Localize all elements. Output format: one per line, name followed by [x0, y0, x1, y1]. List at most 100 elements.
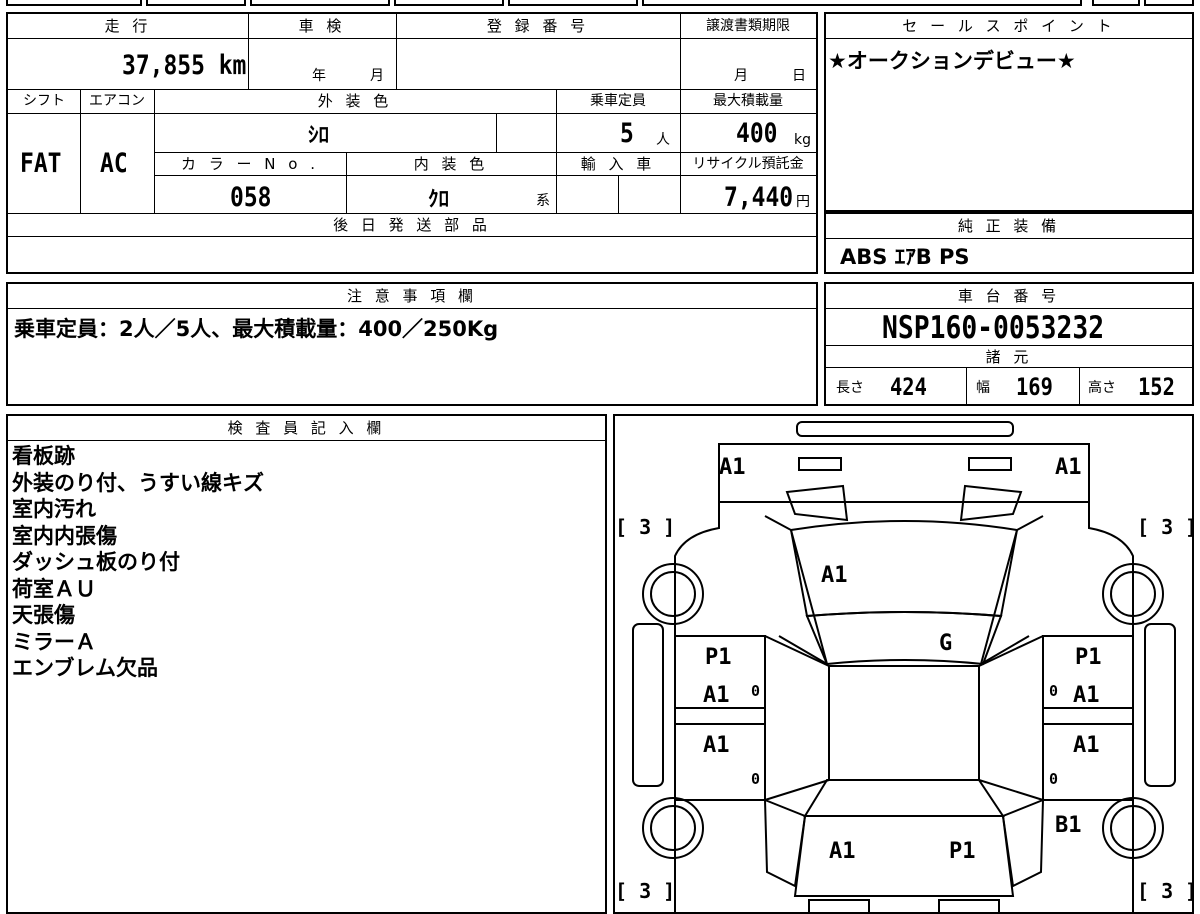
top-strip-mid1 [146, 0, 246, 6]
mark-door-rr-small: 0 [1049, 682, 1058, 700]
rear-gate-outline [718, 443, 1090, 503]
row-line [826, 308, 1192, 309]
mark-rear-right: A1 [1055, 455, 1082, 480]
mark-door-rl-small: 0 [751, 682, 760, 700]
inspector-item: 室内汚れ [12, 497, 96, 521]
mileage-value: 37,855 km [122, 50, 247, 81]
hood-right-fender [1001, 798, 1045, 888]
wheel-rear-left-inner [650, 571, 696, 617]
rear-light-right [968, 457, 1012, 471]
notes-value: 乗車定員：2人／5人、最大積載量：400／250Kg [14, 317, 499, 341]
height-label: 高さ [1088, 380, 1116, 396]
capacity-label: 乗車定員 [590, 93, 646, 109]
col-line [496, 113, 497, 152]
mark-fender-fr: B1 [1055, 813, 1082, 838]
top-strip-right1 [1092, 0, 1140, 6]
ac-label: エアコン [89, 93, 145, 109]
col-line [966, 367, 967, 404]
sales-point-box: セ ー ル ス ポ イ ン ト ★オークションデビュー★ [824, 12, 1194, 212]
chassis-label: 車 台 番 号 [957, 287, 1061, 305]
sales-point-label: セ ー ル ス ポ イ ン ト [902, 17, 1116, 35]
chassis-box: 車 台 番 号 NSP160-0053232 諸 元 長さ 424 幅 169 … [824, 282, 1194, 406]
mirror-right [1144, 623, 1176, 787]
inspector-item: 室内内張傷 [12, 523, 117, 548]
mark-hood-right: P1 [949, 839, 976, 864]
row-line [826, 38, 1192, 39]
front-glass [803, 779, 1005, 817]
capacity-unit: 人 [656, 132, 670, 148]
length-label: 長さ [836, 380, 864, 396]
front-bumper-left [808, 899, 870, 912]
row-line [8, 89, 816, 90]
mark-door-fl-small: 0 [751, 770, 760, 788]
col-line [1079, 367, 1080, 404]
top-strip-mid2 [250, 0, 390, 6]
mark-door-fr-small: 0 [1049, 770, 1058, 788]
inspector-item: 看板跡 [12, 444, 75, 468]
later-parts-label: 後 日 発 送 部 品 [333, 216, 491, 234]
top-strip-left [6, 0, 142, 6]
roof-center [805, 611, 1003, 666]
inspector-label: 検 査 員 記 入 欄 [227, 419, 386, 437]
mirror-left [632, 623, 664, 787]
inspector-item: エンブレム欠品 [12, 656, 158, 680]
inspector-box: 検 査 員 記 入 欄 看板跡 外装のり付、うすい線キズ 室内汚れ 室内内張傷 … [6, 414, 607, 914]
notes-box: 注 意 事 項 欄 乗車定員：2人／5人、最大積載量：400／250Kg [6, 282, 818, 406]
mark-tire-rear-left: [ 3 ] [615, 515, 675, 539]
front-bumper-right [938, 899, 1000, 912]
mark-door-fl: A1 [703, 733, 730, 758]
genuine-equipment-box: 純 正 装 備 ABS ｴｱB PS [824, 212, 1194, 274]
color-no-value: 058 [230, 182, 272, 213]
inspector-item: 天張傷 [12, 603, 75, 627]
rear-light-left [798, 457, 842, 471]
sales-point-value: ★オークションデビュー★ [828, 49, 1076, 73]
exterior-color-value: ｼﾛ [308, 123, 329, 147]
genuine-equipment-label: 純 正 装 備 [957, 217, 1061, 235]
inspector-item: 外装のり付、うすい線キズ [12, 470, 264, 495]
mark-hood-left: A1 [829, 839, 856, 864]
hood [793, 815, 1015, 897]
rear-bumper-bar [796, 421, 1014, 437]
damage-diagram-box: A1 A1 [ 3 ] [ 3 ] A1 G P1 A1 P1 A1 A1 A1… [613, 414, 1194, 914]
notes-label: 注 意 事 項 欄 [346, 287, 478, 305]
inspector-item: 荷室ＡＵ [12, 576, 96, 601]
dimensions-label: 諸 元 [985, 348, 1033, 366]
mark-door-fr: A1 [1073, 733, 1100, 758]
ac-value: AC [100, 148, 128, 179]
inspector-item: ミラーＡ [12, 629, 96, 654]
row-line [8, 113, 816, 114]
mark-door-rr-bottom: A1 [1073, 683, 1100, 708]
row-line [154, 152, 816, 153]
registration-label: 登 録 番 号 [486, 17, 590, 35]
mark-door-rl-bottom: A1 [703, 683, 730, 708]
width-label: 幅 [976, 380, 990, 396]
inspection-year: 年 [312, 68, 326, 84]
genuine-equipment-value: ABS ｴｱB PS [840, 245, 970, 269]
top-strip-mid3 [394, 0, 504, 6]
vehicle-diagram: A1 A1 [ 3 ] [ 3 ] A1 G P1 A1 P1 A1 A1 A1… [615, 421, 1192, 912]
deadline-day: 日 [792, 68, 806, 84]
row-line [154, 175, 816, 176]
deadline-month: 月 [734, 68, 748, 84]
spec-table: 走 行 車 検 登 録 番 号 譲渡書類期限 37,855 km 年 月 月 日… [6, 12, 818, 274]
mark-rear-left: A1 [719, 455, 746, 480]
import-label: 輸 入 車 [580, 155, 656, 173]
height-value: 152 [1138, 373, 1175, 401]
color-no-label: カ ラ ー N o . [180, 155, 319, 173]
mark-roof-glass: G [939, 631, 952, 656]
mark-tire-front-right: [ 3 ] [1137, 879, 1192, 903]
row-line [826, 238, 1192, 239]
max-load-label: 最大積載量 [713, 93, 783, 109]
row-line [8, 38, 816, 39]
row-line [8, 213, 816, 214]
col-line [618, 175, 619, 213]
transfer-deadline-label: 譲渡書類期限 [706, 18, 790, 34]
inspection-month: 月 [370, 68, 384, 84]
wheel-front-left-inner [650, 805, 696, 851]
top-strip-right2 [1144, 0, 1194, 6]
length-value: 424 [890, 373, 927, 401]
top-strip-mid4 [508, 0, 638, 6]
row-line [8, 440, 605, 441]
inspector-item: ダッシュ板のり付 [12, 550, 180, 574]
mileage-label: 走 行 [104, 17, 152, 35]
